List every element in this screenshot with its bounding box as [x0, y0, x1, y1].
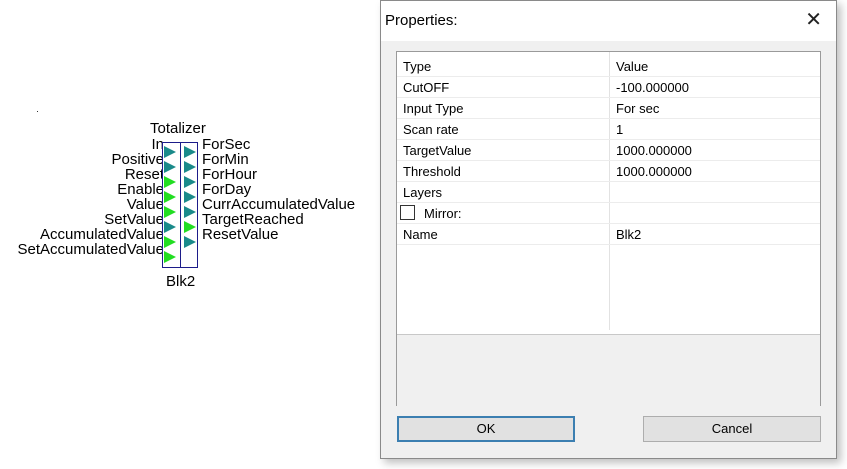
output-port-label: TargetReached: [202, 211, 304, 228]
property-grid: Type Value CutOFF -100.000000 Input Type…: [396, 51, 821, 406]
dialog-titlebar[interactable]: Properties: ✕: [381, 1, 836, 41]
property-value[interactable]: 1: [616, 122, 623, 137]
property-name: Threshold: [403, 164, 461, 179]
property-row-name[interactable]: Name Blk2: [397, 224, 820, 245]
output-port-formin[interactable]: [184, 161, 196, 173]
mirror-checkbox[interactable]: [400, 205, 415, 220]
canvas-dot: [37, 111, 38, 112]
output-port-label: ForDay: [202, 181, 252, 198]
property-value[interactable]: Blk2: [616, 227, 641, 242]
ok-button[interactable]: OK: [397, 416, 575, 442]
output-port-label: ForMin: [202, 151, 249, 168]
mirror-label: Mirror:: [424, 206, 462, 221]
property-value[interactable]: 1000.000000: [616, 143, 692, 158]
output-port-label: ResetValue: [202, 226, 279, 243]
close-icon[interactable]: ✕: [805, 9, 822, 31]
property-name: Input Type: [403, 101, 464, 116]
property-name: Name: [403, 227, 438, 242]
output-port-resetvalue[interactable]: [184, 236, 196, 248]
property-description-pane: [397, 334, 820, 406]
input-port-reset[interactable]: [164, 176, 176, 188]
grid-header-row: Type Value: [397, 56, 820, 77]
property-row-input-type[interactable]: Input Type For sec: [397, 98, 820, 119]
input-port-positive[interactable]: [164, 161, 176, 173]
input-port-label: Enable: [117, 181, 164, 198]
diagram-canvas[interactable]: Totalizer In Positive Reset Enable Value…: [0, 0, 380, 469]
input-port-label: Reset: [124, 166, 164, 183]
block-type-label: Totalizer: [150, 120, 206, 137]
output-port-targetreached[interactable]: [184, 221, 196, 233]
totalizer-block[interactable]: [162, 142, 198, 268]
block-divider: [180, 143, 181, 267]
property-name: Layers: [403, 185, 443, 200]
property-row-scan-rate[interactable]: Scan rate 1: [397, 119, 820, 140]
output-port-label: ForSec: [202, 136, 251, 153]
output-port-forday[interactable]: [184, 191, 196, 203]
property-row-cutoff[interactable]: CutOFF -100.000000: [397, 77, 820, 98]
output-port-forhour[interactable]: [184, 176, 196, 188]
block-instance-name: Blk2: [166, 273, 196, 290]
input-port-label: SetAccumulatedValue: [17, 241, 164, 258]
property-value[interactable]: -100.000000: [616, 80, 689, 95]
input-port-in[interactable]: [164, 146, 176, 158]
output-port-curraccumulatedvalue[interactable]: [184, 206, 196, 218]
property-row-targetvalue[interactable]: TargetValue 1000.000000: [397, 140, 820, 161]
output-port-label: ForHour: [202, 166, 258, 183]
input-port-setaccumulatedvalue[interactable]: [164, 251, 176, 263]
dialog-title: Properties:: [385, 12, 458, 29]
output-port-forsec[interactable]: [184, 146, 196, 158]
properties-dialog: Properties: ✕ Type Value CutOFF -100.000…: [380, 0, 837, 459]
cancel-button[interactable]: Cancel: [643, 416, 821, 442]
property-row-layers[interactable]: Layers: [397, 182, 820, 203]
output-port-label: CurrAccumulatedValue: [202, 196, 356, 213]
header-type: Type: [403, 59, 432, 74]
input-port-accumulatedvalue[interactable]: [164, 236, 176, 248]
property-name: TargetValue: [403, 143, 472, 158]
header-value: Value: [616, 59, 649, 74]
input-port-label: AccumulatedValue: [40, 226, 164, 243]
input-port-enable[interactable]: [164, 191, 176, 203]
input-port-label: SetValue: [104, 211, 164, 228]
property-value[interactable]: 1000.000000: [616, 164, 692, 179]
property-name: CutOFF: [403, 80, 450, 95]
property-name: Scan rate: [403, 122, 459, 137]
input-port-value[interactable]: [164, 206, 176, 218]
property-row-mirror[interactable]: Mirror:: [397, 203, 820, 224]
input-port-label: Positive: [111, 151, 164, 168]
property-value[interactable]: For sec: [616, 101, 659, 116]
property-row-threshold[interactable]: Threshold 1000.000000: [397, 161, 820, 182]
input-port-label: Value: [126, 196, 164, 213]
input-port-setvalue[interactable]: [164, 221, 176, 233]
